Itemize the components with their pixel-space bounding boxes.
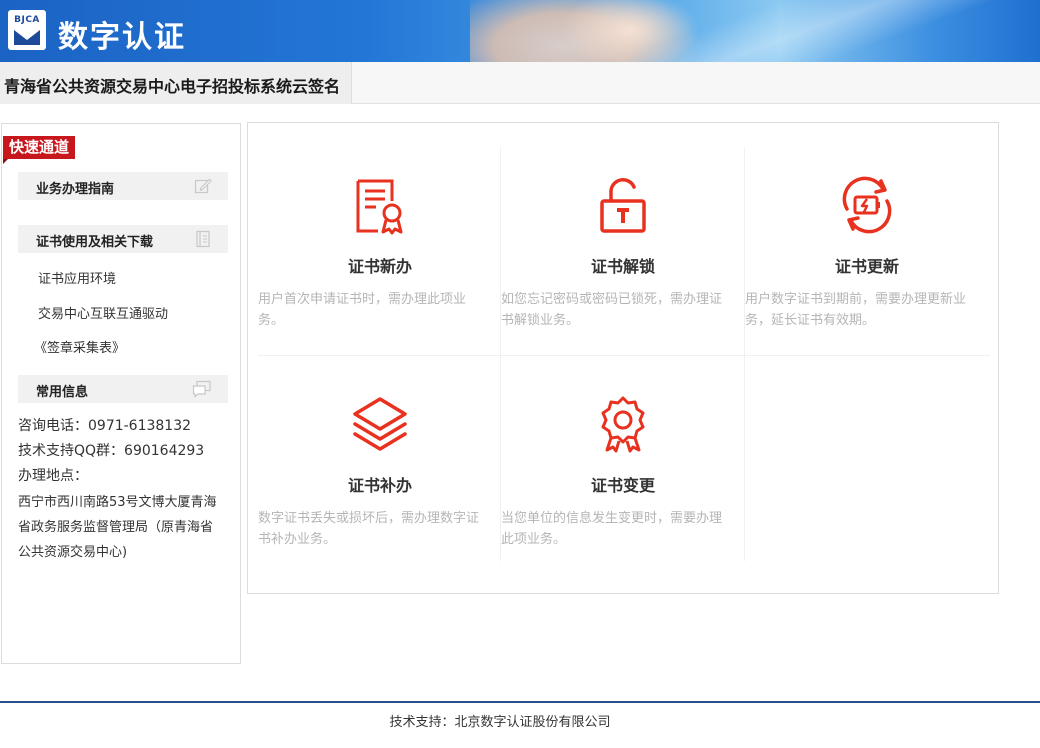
service-description: 用户首次申请证书时，需办理此项业 务。: [258, 289, 502, 331]
desc-line: 用户数字证书到期前，需要办理更新业: [745, 292, 967, 307]
service-description: 用户数字证书到期前，需要办理更新业 务，延长证书有效期。: [745, 289, 989, 331]
envelope-icon: [13, 28, 41, 45]
footer-support-text: 技术支持：北京数字认证股份有限公司: [389, 715, 611, 730]
address-line: 公共资源交易中心): [18, 545, 128, 560]
card-icon-wrap: [501, 175, 745, 235]
service-card-change[interactable]: 证书变更 当您单位的信息发生变更时，需要办理 此项业务。: [501, 366, 745, 574]
section-label: 常用信息: [36, 385, 89, 400]
layers-icon: [353, 397, 407, 451]
document-icon: [196, 230, 210, 248]
badge-icon: [601, 396, 645, 453]
link-interconnect-driver[interactable]: 交易中心互联互通驱动: [38, 303, 168, 322]
section-cert-download[interactable]: 证书使用及相关下载: [18, 225, 228, 253]
desc-line: 当您单位的信息发生变更时，需要办理: [501, 511, 723, 526]
section-business-guide[interactable]: 业务办理指南: [18, 172, 228, 200]
header-banner: BJCA 数字认证: [0, 0, 1040, 62]
card-icon-wrap: [258, 394, 502, 454]
address-line: 西宁市西川南路53号文博大厦青海: [18, 495, 217, 510]
grid-divider: [258, 355, 990, 356]
section-common-info[interactable]: 常用信息: [18, 375, 228, 403]
link-signature-form[interactable]: 《签章采集表》: [34, 337, 125, 356]
system-tab[interactable]: 青海省公共资源交易中心电子招投标系统云签名: [0, 62, 352, 104]
logo-text: BJCA: [14, 15, 40, 25]
service-title: 证书变更: [590, 476, 655, 495]
desc-line: 如您忘记密码或密码已锁死，需办理证: [501, 292, 723, 307]
card-icon-wrap: [258, 175, 502, 235]
service-panel: 证书新办 用户首次申请证书时，需办理此项业 务。 证书解锁 如您忘记密码或密码已…: [247, 122, 999, 594]
service-card-reissue[interactable]: 证书补办 数字证书丢失或损坏后，需办理数字证 书补办业务。: [258, 366, 502, 574]
brand-title: 数字认证: [58, 20, 186, 55]
address-line: 省政务服务监督管理局（原青海省: [18, 520, 214, 535]
link-cert-environment[interactable]: 证书应用环境: [38, 268, 116, 287]
service-card-new-cert[interactable]: 证书新办 用户首次申请证书时，需办理此项业 务。: [258, 147, 502, 355]
banner-light-streak: [500, 0, 1040, 62]
consult-phone: 咨询电话：0971-6138132: [18, 418, 192, 434]
desc-line: 用户首次申请证书时，需办理此项业: [258, 292, 467, 307]
bjca-logo: BJCA: [8, 10, 46, 50]
desc-line: 务。: [258, 313, 285, 328]
service-description: 如您忘记密码或密码已锁死，需办理证 书解锁业务。: [501, 289, 745, 331]
quick-access-tag: 快速通道: [3, 136, 76, 164]
service-card-renew[interactable]: 证书更新 用户数字证书到期前，需要办理更新业 务，延长证书有效期。: [745, 147, 989, 355]
edit-icon: [194, 178, 212, 194]
system-title: 青海省公共资源交易中心电子招投标系统云签名: [4, 77, 341, 96]
desc-line: 务，延长证书有效期。: [745, 313, 876, 328]
unlock-icon: [600, 178, 646, 233]
card-icon-wrap: [501, 394, 745, 454]
sidebar: 快速通道 业务办理指南 证书使用及相关下载 证书应用环境 交易中心互联互通驱动 …: [1, 123, 241, 664]
desc-line: 书解锁业务。: [501, 313, 580, 328]
service-card-unlock[interactable]: 证书解锁 如您忘记密码或密码已锁死，需办理证 书解锁业务。: [501, 147, 745, 355]
service-description: 当您单位的信息发生变更时，需要办理 此项业务。: [501, 508, 745, 550]
address-label: 办理地点：: [18, 468, 88, 484]
card-icon-wrap: [745, 175, 989, 235]
desc-line: 数字证书丢失或损坏后，需办理数字证: [258, 511, 480, 526]
service-title: 证书新办: [347, 257, 412, 276]
desc-line: 书补办业务。: [258, 532, 337, 547]
certificate-new-icon: [356, 179, 403, 235]
service-title: 证书补办: [347, 476, 412, 495]
footer-divider: [0, 701, 1040, 703]
support-qq-group: 技术支持QQ群：690164293: [18, 443, 205, 459]
section-label: 证书使用及相关下载: [36, 235, 154, 250]
desc-line: 此项业务。: [501, 532, 567, 547]
service-title: 证书更新: [834, 257, 899, 276]
service-title: 证书解锁: [590, 257, 655, 276]
renew-icon: [842, 176, 892, 234]
service-description: 数字证书丢失或损坏后，需办理数字证 书补办业务。: [258, 508, 502, 550]
chat-icon: [192, 380, 211, 398]
section-label: 业务办理指南: [36, 182, 115, 197]
system-title-bar: 青海省公共资源交易中心电子招投标系统云签名: [0, 62, 1040, 104]
